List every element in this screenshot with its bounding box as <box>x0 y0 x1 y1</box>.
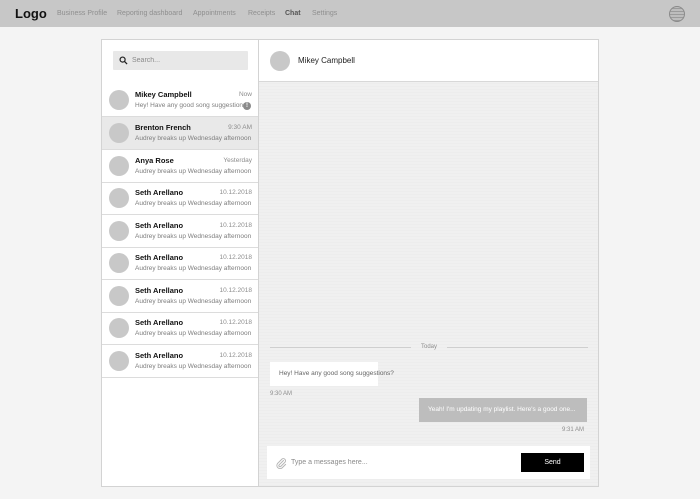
top-nav: Logo Business Profile Reporting dashboar… <box>0 0 700 27</box>
conversation-time: 10.12.2018 <box>219 189 252 196</box>
conversation-item[interactable]: Mikey Campbell Now Hey! Have any good so… <box>102 84 258 117</box>
nav-item-business-profile[interactable]: Business Profile <box>57 9 107 18</box>
conversation-time: Yesterday <box>223 157 252 164</box>
avatar <box>109 156 129 176</box>
chat-contact-name[interactable]: Mikey Campbell <box>298 56 355 66</box>
search-icon <box>119 56 128 65</box>
avatar <box>109 188 129 208</box>
conversation-preview: Audrey breaks up Wednesday afternoon <box>135 265 252 272</box>
conversation-item[interactable]: Seth Arellano 10.12.2018 Audrey breaks u… <box>102 280 258 313</box>
unread-badge: ! <box>243 102 251 110</box>
search-box <box>113 51 248 70</box>
conversation-time: 9:30 AM <box>228 124 252 131</box>
conversation-name: Anya Rose <box>135 156 174 165</box>
conversation-preview: Audrey breaks up Wednesday afternoon <box>135 200 252 207</box>
conversation-panel: Mikey Campbell Now Hey! Have any good so… <box>101 39 259 487</box>
incoming-message: Hey! Have any good song suggestions? <box>270 362 394 386</box>
conversation-name: Seth Arellano <box>135 221 184 230</box>
search-input[interactable] <box>132 51 244 70</box>
conversation-name: Seth Arellano <box>135 318 184 327</box>
avatar <box>109 221 129 241</box>
conversation-time: 10.12.2018 <box>219 319 252 326</box>
logo[interactable]: Logo <box>15 6 47 21</box>
conversation-preview: Audrey breaks up Wednesday afternoon <box>135 363 252 370</box>
message-composer: Send <box>267 446 590 479</box>
conversation-name: Seth Arellano <box>135 253 184 262</box>
globe-avatar-icon[interactable] <box>669 6 685 22</box>
conversation-preview: Audrey breaks up Wednesday afternoon <box>135 298 252 305</box>
divider-line-right <box>447 347 588 348</box>
avatar <box>109 351 129 371</box>
conversation-name: Seth Arellano <box>135 286 184 295</box>
paperclip-icon[interactable] <box>275 457 287 469</box>
conversation-preview: Hey! Have any good song suggestions? <box>135 102 250 109</box>
conversation-preview: Audrey breaks up Wednesday afternoon <box>135 135 252 142</box>
message-time: 9:30 AM <box>270 391 293 397</box>
message-input[interactable] <box>291 453 511 472</box>
conversation-time: 10.12.2018 <box>219 254 252 261</box>
conversation-preview: Audrey breaks up Wednesday afternoon <box>135 330 252 337</box>
conversation-item[interactable]: Seth Arellano 10.12.2018 Audrey breaks u… <box>102 312 258 345</box>
conversation-name: Seth Arellano <box>135 188 184 197</box>
nav-item-reporting-dashboard[interactable]: Reporting dashboard <box>117 9 182 18</box>
divider-line-left <box>270 347 411 348</box>
avatar <box>109 253 129 273</box>
nav-item-chat[interactable]: Chat <box>285 9 301 18</box>
message-time: 9:31 AM <box>561 427 584 433</box>
conversation-time: 10.12.2018 <box>219 352 252 359</box>
conversation-item[interactable]: Seth Arellano 10.12.2018 Audrey breaks u… <box>102 247 258 280</box>
avatar <box>109 90 129 110</box>
conversation-preview: Audrey breaks up Wednesday afternoon <box>135 168 252 175</box>
conversation-preview: Audrey breaks up Wednesday afternoon <box>135 233 252 240</box>
conversation-item[interactable]: Brenton French 9:30 AM Audrey breaks up … <box>102 117 258 150</box>
conversation-time: 10.12.2018 <box>219 287 252 294</box>
date-divider-label: Today <box>420 344 437 350</box>
conversation-name: Seth Arellano <box>135 351 184 360</box>
conversation-time: Now <box>238 91 252 98</box>
nav-item-appointments[interactable]: Appointments <box>193 9 236 18</box>
avatar[interactable] <box>270 51 290 71</box>
send-button[interactable]: Send <box>521 453 584 472</box>
conversation-item[interactable]: Anya Rose Yesterday Audrey breaks up Wed… <box>102 150 258 183</box>
nav-item-settings[interactable]: Settings <box>312 9 337 18</box>
conversation-name: Mikey Campbell <box>135 90 192 99</box>
avatar <box>109 123 129 143</box>
avatar <box>109 286 129 306</box>
conversation-item[interactable]: Seth Arellano 10.12.2018 Audrey breaks u… <box>102 215 258 248</box>
conversation-item[interactable]: Seth Arellano 10.12.2018 Audrey breaks u… <box>102 182 258 215</box>
conversation-name: Brenton French <box>135 123 191 132</box>
nav-item-receipts[interactable]: Receipts <box>248 9 275 18</box>
conversation-time: 10.12.2018 <box>219 222 252 229</box>
avatar <box>109 318 129 338</box>
chat-panel: Mikey Campbell Today Hey! Have any good … <box>258 39 599 487</box>
conversation-item[interactable]: Seth Arellano 10.12.2018 Audrey breaks u… <box>102 345 258 378</box>
chat-header: Mikey Campbell <box>259 40 598 82</box>
outgoing-message: Yeah! I'm updating my playlist. Here's a… <box>419 398 587 422</box>
